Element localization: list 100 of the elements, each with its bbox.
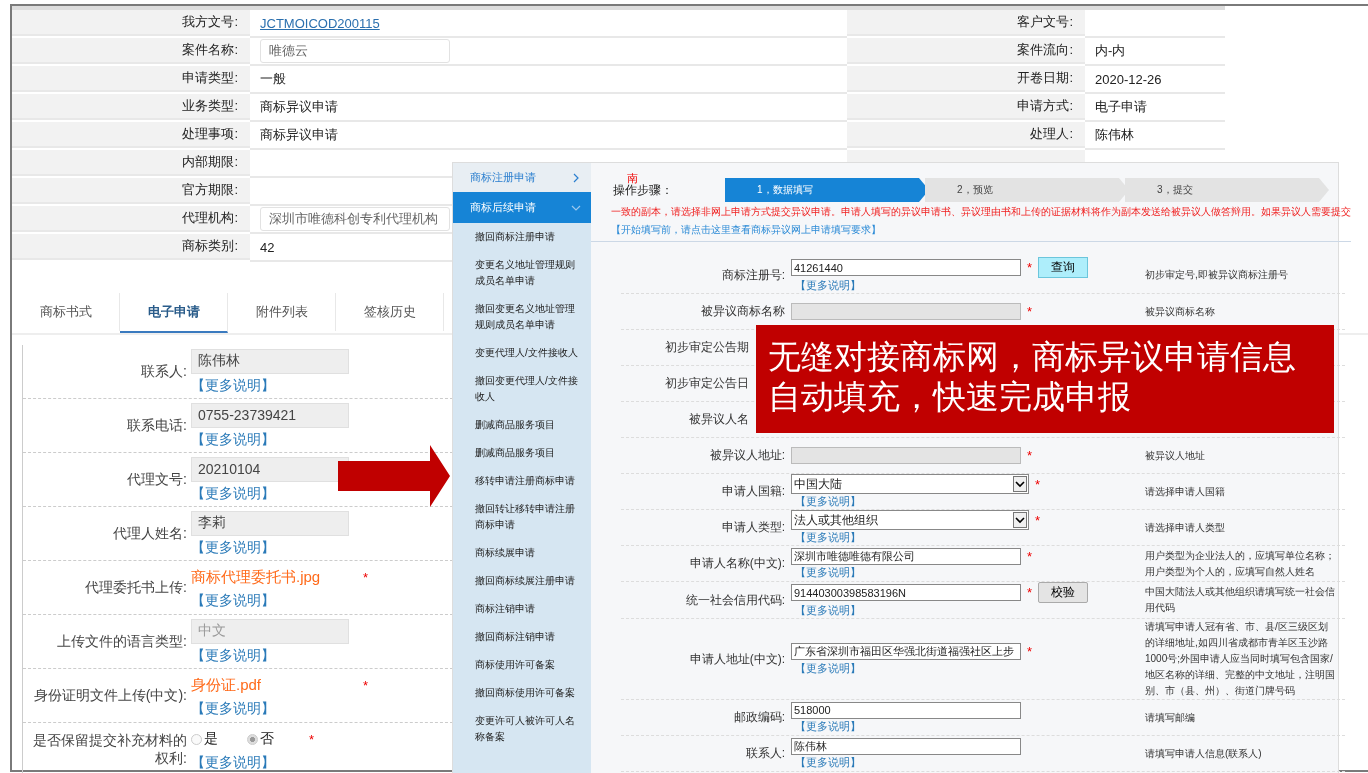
more-info-link[interactable]: 【更多说明】 xyxy=(795,565,1143,580)
form-button[interactable]: 查询 xyxy=(1038,257,1089,278)
input-field[interactable]: 518000 xyxy=(791,701,1021,719)
field-label: 客户文号: xyxy=(1017,13,1073,31)
field-label: 申请人名称(中文): xyxy=(689,555,785,572)
more-info-link[interactable]: 【更多说明】 xyxy=(191,699,275,718)
field-hint: 用户类型为企业法人的，应填写单位名称；用户类型为个人的，应填写自然人姓名 xyxy=(1145,548,1335,579)
field-label: 商标注册号: xyxy=(721,266,785,284)
field-label: 代理文号: xyxy=(127,470,187,489)
sidebar-item[interactable]: 撤回变更名义地址管理规则成员名单申请 xyxy=(453,295,591,339)
field-label: 联系人: xyxy=(745,745,785,762)
input-field[interactable]: 广东省深圳市福田区华强北街道福强社区上步 xyxy=(791,643,1021,660)
required-mark: * xyxy=(309,731,315,747)
field-hint: 初步审定号,即被异议商标注册号 xyxy=(1145,268,1288,282)
more-info-link[interactable]: 【更多说明】 xyxy=(795,494,1143,509)
sidebar-item[interactable]: 撤回商标注销申请 xyxy=(453,623,591,651)
field-hint: 请填写邮编 xyxy=(1145,710,1195,725)
field-hint: 被异议商标名称 xyxy=(1145,304,1215,319)
input-field[interactable]: 深圳市唯德唯德有限公司 xyxy=(791,547,1021,565)
field-label: 申请人国籍: xyxy=(721,483,785,500)
more-info-link[interactable]: 【更多说明】 xyxy=(795,719,1143,734)
case-number-link[interactable]: JCTMOICOD200115 xyxy=(260,15,380,31)
required-mark: * xyxy=(1027,644,1033,659)
more-info-link[interactable]: 【更多说明】 xyxy=(795,755,1143,770)
input-field[interactable]: 陈伟林 xyxy=(191,348,349,374)
sidebar-item[interactable]: 撤回商标注册申请 xyxy=(453,223,591,251)
sidebar-item[interactable]: 删减商品服务项目 xyxy=(453,411,591,439)
radio-button[interactable] xyxy=(247,733,258,745)
more-info-link[interactable]: 【更多说明】 xyxy=(191,591,275,610)
input-field[interactable]: 0755-23739421 xyxy=(191,402,349,428)
field-value: 商标异议申请 xyxy=(260,98,338,116)
more-info-link[interactable]: 【更多说明】 xyxy=(191,538,275,557)
input-field[interactable]: 91440300398583196N xyxy=(791,584,1021,601)
input-field[interactable]: 唯德云 xyxy=(260,39,450,63)
field-value: 商标异议申请 xyxy=(260,126,338,144)
sidebar-item[interactable]: 删减商品服务项目 xyxy=(453,439,591,467)
field-label: 申请人地址(中文): xyxy=(689,650,785,668)
input-field[interactable]: 41261440 xyxy=(791,259,1021,276)
field-label: 申请方式: xyxy=(1017,97,1073,115)
input-field[interactable]: 20210104 xyxy=(191,456,349,482)
field-label: 联系人: xyxy=(141,362,187,381)
sidebar-item[interactable]: 撤回变更代理人/文件接收人 xyxy=(453,367,591,411)
field-label: 被异议商标名称 xyxy=(701,303,785,320)
sidebar-item[interactable]: 商标续展申请 xyxy=(453,539,591,567)
guide-link[interactable]: 【开始填写前，请点击这里查看商标异议网上申请填写要求】 xyxy=(611,224,881,235)
sidebar-item[interactable]: 商标使用许可备案 xyxy=(453,651,591,679)
sidebar-item[interactable]: 撤回转让移转申请注册商标申请 xyxy=(453,495,591,539)
field-label: 邮政编码: xyxy=(733,709,785,726)
field-label: 商标类别: xyxy=(182,237,238,255)
field-label: 案件名称: xyxy=(182,41,238,59)
input-field[interactable]: 深圳市唯德科创专利代理机构 xyxy=(260,207,450,231)
tab[interactable]: 电子申请 xyxy=(120,293,228,333)
form-button[interactable]: 校验 xyxy=(1038,582,1089,603)
sidebar-item[interactable]: 商标注销申请 xyxy=(453,595,591,623)
tab[interactable]: 商标书式 xyxy=(12,293,120,331)
required-mark: * xyxy=(363,569,369,585)
field-label: 案件流向: xyxy=(1017,41,1073,59)
required-mark: * xyxy=(1027,260,1033,275)
field-label: 代理机构: xyxy=(182,209,238,227)
more-info-link[interactable]: 【更多说明】 xyxy=(191,484,275,503)
more-info-link[interactable]: 【更多说明】 xyxy=(795,530,1143,545)
more-info-link[interactable]: 【更多说明】 xyxy=(795,278,1143,293)
sidebar-item[interactable]: 变更许可人被许可人名称备案 xyxy=(453,707,591,751)
sidebar-item[interactable]: 变更名义地址管理规则成员名单申请 xyxy=(453,251,591,295)
tab[interactable]: 签核历史 xyxy=(336,293,444,331)
required-mark: * xyxy=(1027,448,1033,463)
notice-text: 一致的副本，请选择非网上申请方式提交异议申请。申请人填写的异议申请书、异议理由书和上传的证据材料将作为副本发送给被异议人做答辩用。如果异议人需要提交 xyxy=(611,205,1351,219)
field-label: 我方文号: xyxy=(182,13,238,31)
dropdown[interactable]: 法人或其他组织 xyxy=(791,510,1029,530)
field-value: 内-内 xyxy=(1095,42,1126,60)
sidebar-item[interactable]: 撤回商标续展注册申请 xyxy=(453,567,591,595)
input-field[interactable]: 李莉 xyxy=(191,510,349,536)
required-mark: * xyxy=(1027,548,1033,564)
more-info-link[interactable]: 【更多说明】 xyxy=(795,603,1143,618)
stray-mark: 南 xyxy=(627,171,638,184)
more-info-link[interactable]: 【更多说明】 xyxy=(795,660,1143,676)
more-info-link[interactable]: 【更多说明】 xyxy=(191,376,275,395)
dropdown[interactable]: 中国大陆 xyxy=(791,474,1029,494)
field-label: 开卷日期: xyxy=(1017,69,1073,87)
field-hint: 请选择申请人类型 xyxy=(1145,520,1225,535)
field-value: 一般 xyxy=(260,70,286,88)
sidebar-item[interactable]: 移转申请注册商标申请 xyxy=(453,467,591,495)
input-field[interactable]: 陈伟林 xyxy=(791,737,1021,755)
sidebar-item[interactable]: 变更代理人/文件接收人 xyxy=(453,339,591,367)
field-hint: 被异议人地址 xyxy=(1145,448,1205,463)
more-info-link[interactable]: 【更多说明】 xyxy=(191,430,275,449)
field-value: 电子申请 xyxy=(1095,98,1147,116)
more-info-link[interactable]: 【更多说明】 xyxy=(191,753,275,772)
required-mark: * xyxy=(1035,512,1041,528)
radio-button[interactable] xyxy=(191,733,202,745)
field-label: 上传文件的语言类型: xyxy=(57,632,187,651)
radio-label: 是 xyxy=(204,730,218,748)
tab[interactable]: 附件列表 xyxy=(228,293,336,331)
required-mark: * xyxy=(363,677,369,693)
field-label: 身份证明文件上传(中文): xyxy=(33,686,187,705)
sidebar-group[interactable]: 商标注册申请 xyxy=(453,163,591,192)
required-mark: * xyxy=(1027,585,1033,600)
field-label: 初步审定公告日 xyxy=(665,375,749,392)
sidebar-group[interactable]: 商标后续申请 xyxy=(453,192,591,223)
sidebar-item[interactable]: 撤回商标使用许可备案 xyxy=(453,679,591,707)
